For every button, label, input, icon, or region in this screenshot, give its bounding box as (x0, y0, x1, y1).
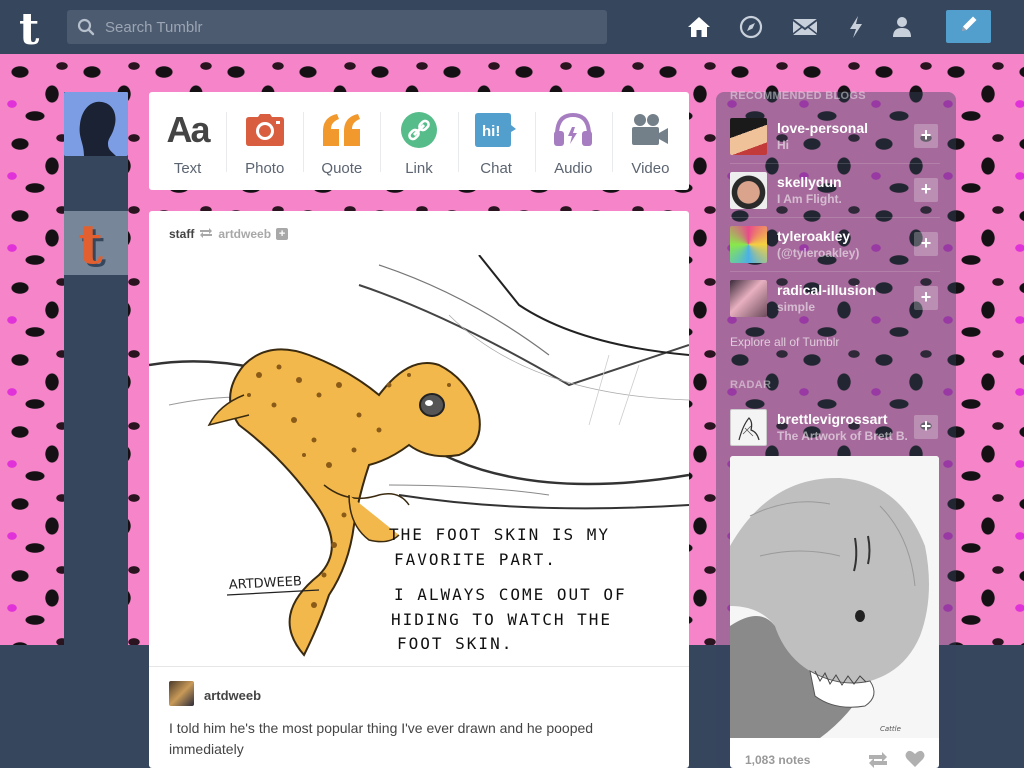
search-input[interactable] (105, 18, 585, 36)
follow-button[interactable]: + (914, 178, 938, 202)
top-navigation-bar: t (0, 0, 1024, 55)
post-header: staff artdweeb + (169, 227, 289, 241)
home-icon[interactable] (686, 14, 712, 40)
radar-post[interactable]: Cattle 1,083 notes (730, 456, 939, 768)
explore-icon[interactable] (738, 14, 764, 40)
source-author-avatar[interactable] (169, 681, 194, 706)
post-type-label: Quote (321, 160, 363, 177)
user-avatar[interactable] (64, 92, 128, 156)
post-type-text[interactable]: Aa Text (149, 92, 226, 190)
blog-description: (@tyleroakley) (777, 246, 860, 260)
search-icon (67, 18, 105, 36)
video-camera-icon (630, 110, 670, 150)
blog-avatar (730, 118, 767, 155)
blog-description: simple (777, 300, 816, 314)
art-caption-line: FOOT SKIN. (397, 634, 513, 653)
blog-description: I Am Flight. (777, 192, 842, 206)
post-type-video[interactable]: Video (611, 92, 689, 190)
dinosaur-drawing: Cattle (730, 456, 939, 738)
svg-text:t: t (78, 212, 103, 275)
avatar-column (64, 92, 128, 768)
post-type-chat[interactable]: hi! Chat (457, 92, 535, 190)
blog-name: brettlevigrossart (777, 411, 888, 427)
art-caption-line: I ALWAYS COME OUT OF (394, 585, 627, 604)
radar-notes-count[interactable]: 1,083 notes (745, 753, 810, 767)
headphones-icon (553, 110, 593, 150)
blog-name: love-personal (777, 120, 869, 136)
dashboard-post: staff artdweeb + ARTDWEEB THE FOOT SKIN … (149, 211, 689, 768)
post-type-label: Link (405, 160, 433, 177)
post-divider (149, 666, 689, 667)
follow-button[interactable]: + (914, 286, 938, 310)
text-icon: Aa (166, 109, 211, 150)
account-icon[interactable] (889, 14, 915, 40)
radar-heading: RADAR (730, 379, 772, 391)
recommended-blog-row[interactable]: tyleroakley (@tyleroakley) + (730, 218, 940, 272)
post-type-quote[interactable]: Quote (303, 92, 380, 190)
post-type-link[interactable]: Link (380, 92, 457, 190)
post-type-label: Video (631, 160, 670, 177)
svg-text:t: t (19, 6, 40, 48)
blog-name: radical-illusion (777, 282, 876, 298)
radar-blog-row[interactable]: brettlevigrossart The Artwork of Brett B… (730, 401, 940, 455)
follow-button[interactable]: + (914, 232, 938, 256)
reblogged-from-link[interactable]: artdweeb (218, 227, 271, 241)
recommended-blog-row[interactable]: radical-illusion simple + (730, 272, 940, 326)
reblog-icon (199, 227, 213, 241)
art-caption-line: HIDING TO WATCH THE (391, 610, 612, 629)
post-type-label: Text (173, 160, 202, 177)
search-box[interactable] (67, 10, 607, 44)
post-type-label: Chat (480, 160, 512, 177)
activity-icon[interactable] (843, 14, 869, 40)
post-author-link[interactable]: staff (169, 227, 194, 241)
tumblr-logo[interactable]: t (16, 4, 52, 55)
follow-button[interactable]: + (914, 124, 938, 148)
pencil-icon (959, 14, 979, 39)
blog-name: skellydun (777, 174, 842, 190)
post-type-photo[interactable]: Photo (226, 92, 303, 190)
chat-icon: hi! (475, 110, 517, 150)
svg-text:hi!: hi! (482, 123, 500, 140)
compose-button[interactable] (946, 10, 991, 43)
recommended-blog-row[interactable]: love-personal Hi + (730, 110, 940, 164)
blog-avatar (730, 226, 767, 263)
blog-avatar (730, 172, 767, 209)
art-caption-line: FAVORITE PART. (394, 550, 557, 569)
art-caption-line: THE FOOT SKIN IS MY (389, 525, 610, 544)
follow-plus-icon[interactable]: + (276, 228, 289, 240)
post-type-audio[interactable]: Audio (534, 92, 612, 190)
post-body-text: I told him he's the most popular thing I… (169, 720, 594, 757)
link-icon (400, 110, 438, 150)
explore-link[interactable]: Explore all of Tumblr (730, 335, 839, 349)
camera-icon (245, 110, 285, 150)
recommended-blog-row[interactable]: skellydun I Am Flight. + (730, 164, 940, 218)
post-type-label: Audio (554, 160, 593, 177)
blog-avatar (730, 280, 767, 317)
blog-description: Hi (777, 138, 789, 152)
svg-text:Cattle: Cattle (880, 725, 901, 733)
staff-avatar[interactable]: t t (64, 211, 128, 279)
post-type-bar: Aa Text Photo Quote Link hi! Chat Audio (149, 92, 689, 190)
inbox-icon[interactable] (792, 14, 818, 40)
source-author-link[interactable]: artdweeb (204, 688, 261, 703)
follow-button[interactable]: + (914, 415, 938, 439)
post-type-label: Photo (245, 160, 285, 177)
reblog-icon[interactable] (867, 752, 889, 768)
quote-icon (321, 110, 363, 150)
recommended-blogs-heading: RECOMMENDED BLOGS (730, 90, 866, 102)
blog-avatar (730, 409, 767, 446)
like-heart-icon[interactable] (905, 750, 925, 768)
blog-name: tyleroakley (777, 228, 851, 244)
blog-description: The Artwork of Brett B... (777, 429, 907, 443)
gecko-illustration[interactable]: ARTDWEEB THE FOOT SKIN IS MY FAVORITE PA… (149, 255, 689, 665)
